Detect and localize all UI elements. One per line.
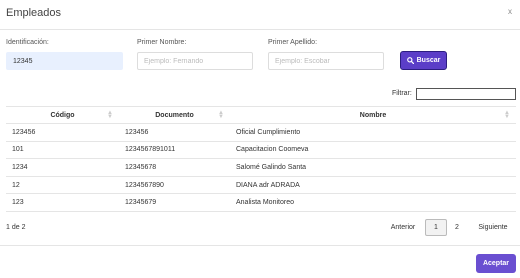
cell-documento: 1234567890 xyxy=(119,176,230,195)
last-name-label: Primer Apellido: xyxy=(268,39,318,46)
sort-icon: ▲ ▼ xyxy=(504,110,510,120)
cell-nombre: Salomé Galindo Santa xyxy=(230,158,516,177)
sort-icon: ▲ ▼ xyxy=(107,110,113,120)
column-header-label: Código xyxy=(50,111,75,119)
cell-codigo: 123456 xyxy=(6,123,119,142)
id-label: Identificación: xyxy=(6,39,49,46)
table-header-row: Código ▲ ▼ Documento ▲ ▼ Nombre ▲ ▼ xyxy=(6,106,516,124)
pagination-next[interactable]: Siguiente xyxy=(474,219,512,236)
pagination-info: 1 de 2 xyxy=(6,224,26,231)
filter-input[interactable] xyxy=(416,88,516,100)
first-name-label: Primer Nombre: xyxy=(137,39,187,46)
footer-divider xyxy=(0,245,520,246)
search-button-label: Buscar xyxy=(416,57,441,64)
cell-nombre: DIANA adr ADRADA xyxy=(230,176,516,195)
cell-documento: 12345679 xyxy=(119,193,230,212)
last-name-input[interactable] xyxy=(268,52,384,70)
pagination-previous[interactable]: Anterior xyxy=(386,219,420,236)
search-button[interactable]: Buscar xyxy=(400,51,447,70)
column-header-label: Nombre xyxy=(359,111,387,119)
pagination-page-2[interactable]: 2 xyxy=(450,219,464,236)
filter-label: Filtrar: xyxy=(392,90,412,97)
dialog-header: Empleados x xyxy=(0,0,520,30)
cell-documento: 12345678 xyxy=(119,158,230,177)
column-header-nombre[interactable]: Nombre ▲ ▼ xyxy=(230,106,516,124)
cell-nombre: Capacitacion Coomeva xyxy=(230,141,516,160)
sort-icon: ▲ ▼ xyxy=(218,110,224,120)
accept-button[interactable]: Aceptar xyxy=(476,254,516,273)
cell-documento: 123456 xyxy=(119,123,230,142)
column-header-label: Documento xyxy=(155,111,194,119)
first-name-input[interactable] xyxy=(137,52,253,70)
cell-codigo: 123 xyxy=(6,193,119,212)
cell-codigo: 101 xyxy=(6,141,119,160)
search-icon xyxy=(406,57,414,64)
dialog-title: Empleados xyxy=(6,7,62,19)
cell-nombre: Oficial Cumplimiento xyxy=(230,123,516,142)
employees-table: Código ▲ ▼ Documento ▲ ▼ Nombre ▲ ▼ 123456 … xyxy=(6,106,516,212)
column-header-documento[interactable]: Documento ▲ ▼ xyxy=(119,106,230,124)
table-row[interactable]: 123 12345679 Analista Monitoreo xyxy=(6,193,516,212)
column-header-codigo[interactable]: Código ▲ ▼ xyxy=(6,106,119,124)
cell-codigo: 12 xyxy=(6,176,119,195)
id-input[interactable] xyxy=(6,52,123,70)
table-row[interactable]: 12 1234567890 DIANA adr ADRADA xyxy=(6,176,516,195)
close-icon[interactable]: x xyxy=(508,7,512,16)
table-row[interactable]: 1234 12345678 Salomé Galindo Santa xyxy=(6,158,516,177)
table-row[interactable]: 101 1234567891011 Capacitacion Coomeva xyxy=(6,141,516,160)
cell-codigo: 1234 xyxy=(6,158,119,177)
cell-documento: 1234567891011 xyxy=(119,141,230,160)
employees-dialog: Empleados x Identificación: Primer Nombr… xyxy=(0,0,520,278)
table-row[interactable]: 123456 123456 Oficial Cumplimiento xyxy=(6,123,516,142)
pagination-page-1[interactable]: 1 xyxy=(425,219,447,236)
cell-nombre: Analista Monitoreo xyxy=(230,193,516,212)
